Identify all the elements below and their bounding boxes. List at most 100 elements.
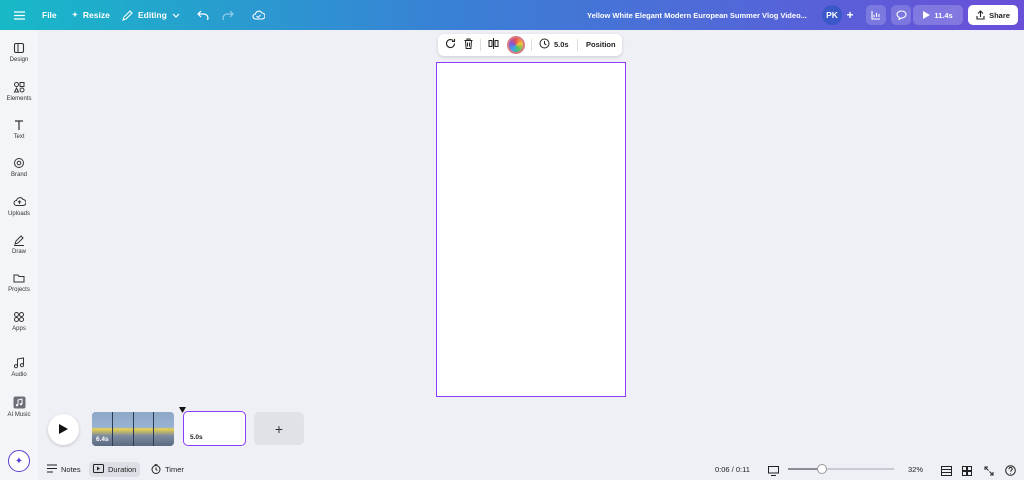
add-page-button[interactable]: + [254,412,304,445]
resize-button[interactable]: ✦ Resize [72,0,110,30]
sidebar-item-text[interactable]: Text [0,119,38,155]
playhead-marker[interactable] [179,400,186,413]
clip-duration: 5.0s [190,434,203,441]
toolbar-divider [531,39,532,51]
file-menu[interactable]: File [42,0,57,30]
sidebar-item-draw[interactable]: Draw [0,234,38,270]
ai-music-icon [13,396,26,409]
zoom-level-label[interactable]: 32% [908,465,923,474]
sidebar-item-brand[interactable]: Brand [0,157,38,193]
clip-thumbnail [112,412,134,446]
sidebar-item-label: Design [9,57,29,63]
design-title[interactable]: Yellow White Elegant Modern European Sum… [587,11,807,20]
sparkle-icon: ✦ [72,12,78,19]
toolbar-divider [480,39,481,51]
sidebar-item-label: Audio [11,372,27,378]
avatar[interactable]: PK [822,5,842,25]
refresh-icon[interactable] [445,38,456,51]
page-duration-label[interactable]: 5.0s [554,40,569,49]
play-icon [59,421,68,439]
uploads-icon [13,196,26,208]
sidebar-item-projects[interactable]: Projects [0,272,38,308]
design-icon [13,42,25,54]
timeline-clip-selected[interactable]: 5.0s [183,411,246,446]
present-play-button[interactable]: 11.4s [913,5,963,25]
undo-button[interactable] [197,0,209,30]
add-collaborator-button[interactable]: + [843,5,857,25]
redo-button[interactable] [222,0,234,30]
bar-chart-icon [871,10,881,20]
zoom-slider-handle[interactable] [816,464,827,474]
sidebar-item-label: Uploads [7,211,30,217]
insights-button[interactable] [866,5,886,25]
comment-icon [895,10,907,20]
film-icon [93,464,104,475]
cloud-save-button[interactable] [252,0,265,30]
apps-icon [13,311,25,323]
folder-icon [13,272,25,284]
monitor-icon[interactable] [768,463,779,480]
sidebar-item-elements[interactable]: Elements [0,81,38,117]
split-icon[interactable] [488,38,499,51]
plus-icon: + [274,420,284,437]
play-duration-label: 11.4s [934,10,953,20]
editing-dropdown[interactable]: Editing [122,0,180,30]
sparkle-icon: ✦ [14,455,24,467]
timer-label: Timer [165,465,184,474]
color-picker-button[interactable] [507,36,525,54]
timeline-play-button[interactable] [48,414,79,445]
top-bar: File ✦ Resize Editing Yellow White Elega… [0,0,1024,30]
timer-button[interactable]: Timer [151,462,184,477]
help-icon[interactable] [1005,463,1016,480]
brand-icon [13,157,25,169]
notes-icon [47,464,57,475]
pages-icon[interactable] [941,463,952,480]
share-label: Share [989,10,1010,20]
editing-label: Editing [138,10,167,20]
clock-icon[interactable] [539,38,550,51]
stopwatch-icon [151,463,161,476]
notes-button[interactable]: Notes [47,462,81,477]
sidebar-item-design[interactable]: Design [0,42,38,78]
sidebar-item-audio[interactable]: Audio [0,357,38,393]
music-note-icon [13,357,25,369]
timeline-clip[interactable]: 6.4s [92,412,174,446]
chevron-down-icon [172,13,180,18]
zoom-slider[interactable] [788,468,894,470]
redo-icon [222,10,234,20]
sidebar-item-label: Projects [8,287,30,293]
comments-button[interactable] [891,5,911,25]
sidebar-item-ai-music[interactable]: AI Music [0,396,38,432]
sidebar-item-label: Elements [6,96,32,102]
elements-icon [13,81,25,93]
clip-thumbnail [133,412,155,446]
magic-assistant-button[interactable]: ✦ [8,450,30,472]
share-icon [976,10,985,20]
sidebar-item-label: Apps [12,326,26,332]
page-toolbar: 5.0s Position [438,34,622,56]
draw-icon [13,234,25,246]
time-readout: 0:06 / 0:11 [715,465,750,474]
trash-icon[interactable] [463,38,474,51]
cloud-check-icon [252,10,265,20]
duration-label: Duration [108,465,137,474]
play-icon [923,11,931,19]
toolbar-divider [577,39,578,51]
clip-thumbnail [154,412,174,446]
text-icon [13,119,25,131]
sidebar-item-apps[interactable]: Apps [0,311,38,347]
share-button[interactable]: Share [968,5,1018,25]
sidebar-item-label: AI Music [7,412,31,418]
grid-view-icon[interactable] [962,463,972,480]
canvas-page[interactable] [436,62,626,397]
sidebar-item-label: Text [13,134,25,140]
duration-button[interactable]: Duration [89,462,141,477]
menu-button[interactable] [14,0,25,30]
plus-icon: + [846,8,854,22]
position-button[interactable]: Position [586,40,616,49]
fullscreen-icon[interactable] [984,463,994,480]
sidebar: Design Elements Text Brand Uploads Draw … [0,30,38,480]
sidebar-item-uploads[interactable]: Uploads [0,196,38,232]
sidebar-item-label: Draw [11,249,26,255]
resize-label: Resize [82,10,110,20]
